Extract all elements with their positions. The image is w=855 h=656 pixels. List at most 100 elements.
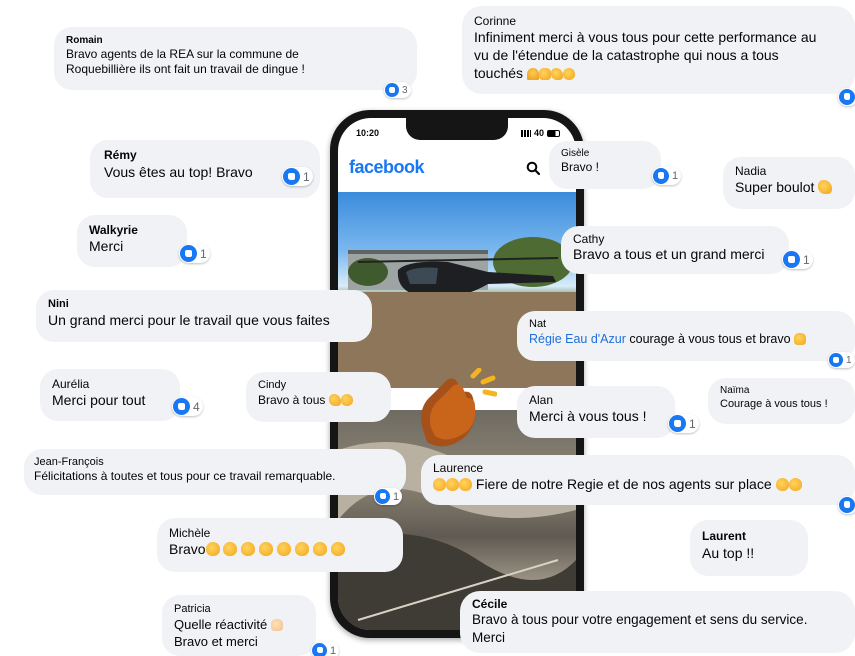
comment-text-line2: vu de l'étendue de la catastrophe qui no… <box>474 47 779 63</box>
like-count: 1 <box>803 252 810 267</box>
thumbs-up-icon <box>270 619 283 631</box>
search-icon[interactable] <box>526 161 540 175</box>
comment-bubble[interactable]: Alan Merci à vous tous ! <box>517 386 675 438</box>
thumbs-up-icon <box>794 333 807 345</box>
comment-bubble[interactable]: Aurélia Merci pour tout <box>40 369 180 421</box>
facebook-logo[interactable]: facebook <box>349 157 425 178</box>
comment-author[interactable]: Naïma <box>720 385 843 397</box>
status-indicators: 40 <box>520 128 560 138</box>
comment-text-line1: Bravo à tous pour votre engagement et se… <box>472 612 808 627</box>
comment-text-row: Bravo à tous <box>258 392 379 408</box>
comment-bubble[interactable]: Laurent Au top !! <box>690 520 808 576</box>
clap-icon <box>241 542 256 556</box>
comment-bubble[interactable]: Walkyrie Merci <box>77 215 187 267</box>
comment-bubble[interactable]: Nadia Super boulot <box>723 157 855 209</box>
like-count: 1 <box>672 170 679 182</box>
comment-bubble[interactable]: Michèle Bravo <box>157 518 403 572</box>
like-badge[interactable]: 1 <box>282 167 313 186</box>
clap-icon <box>330 542 345 556</box>
comment-text-line2: Merci <box>472 630 505 645</box>
comment-author[interactable]: Cécile <box>472 597 843 611</box>
clap-icon <box>223 542 238 556</box>
like-badge[interactable]: 1 <box>179 244 210 263</box>
like-badge[interactable] <box>838 88 855 106</box>
comment-author[interactable]: Nat <box>529 318 843 331</box>
comment-author[interactable]: Romain <box>66 35 405 47</box>
comment-text: Fiere de notre Regie et de nos agents su… <box>475 476 772 492</box>
comment-author[interactable]: Laurence <box>433 461 843 475</box>
comment-author[interactable]: Nadia <box>735 164 843 178</box>
comment-text: Bravo à tous <box>258 393 326 407</box>
comment-bubble[interactable]: Laurence Fiere de notre Regie et de nos … <box>421 455 855 505</box>
comment-author[interactable]: Walkyrie <box>89 223 175 237</box>
like-badge[interactable]: 3 <box>384 82 411 98</box>
comment-author[interactable]: Alan <box>529 393 663 407</box>
comment-author[interactable]: Michèle <box>169 526 391 540</box>
comment-text-line2: Bravo et merci <box>174 634 258 649</box>
comment-text-row: Quelle réactivité <box>174 616 304 633</box>
like-icon <box>783 251 800 268</box>
clap-icon <box>259 542 274 556</box>
comment-text: Bravo <box>169 541 206 557</box>
comment-author[interactable]: Cathy <box>573 232 777 246</box>
like-badge[interactable]: 1 <box>828 352 855 368</box>
comment-bubble[interactable]: Gisèle Bravo ! <box>549 141 661 189</box>
comment-text-line1: Bravo agents de la REA sur la commune de <box>66 47 299 61</box>
like-icon <box>173 398 190 415</box>
comment-text-row: Super boulot <box>735 178 843 196</box>
comment-text: Bravo a tous et un grand merci <box>573 246 765 262</box>
comment-text: Bravo ! <box>561 160 600 174</box>
comment-bubble[interactable]: Corinne Infiniment merci à vous tous pou… <box>462 6 855 94</box>
comment-bubble[interactable]: Cindy Bravo à tous <box>246 372 391 422</box>
like-icon <box>385 83 399 97</box>
like-icon <box>669 415 686 432</box>
comment-text: Merci <box>89 238 124 254</box>
comment-author[interactable]: Corinne <box>474 14 843 28</box>
comment-text-row: Bravo <box>169 540 391 558</box>
like-icon <box>283 168 300 185</box>
like-badge[interactable]: 1 <box>374 488 403 505</box>
like-icon <box>829 353 843 367</box>
like-badge[interactable]: 1 <box>782 250 813 269</box>
comment-text: Super boulot <box>735 179 815 195</box>
regie-eau-azur-link[interactable]: Régie Eau d'Azur <box>529 332 626 346</box>
like-icon <box>180 245 197 262</box>
comment-text: Un grand merci pour le travail que vous … <box>48 312 330 328</box>
comment-author[interactable]: Laurent <box>702 529 796 544</box>
comment-bubble[interactable]: Nini Un grand merci pour le travail que … <box>36 290 372 342</box>
comment-bubble[interactable]: Cathy Bravo a tous et un grand merci <box>561 226 789 274</box>
comment-author[interactable]: Jean-François <box>34 456 394 469</box>
clap-icon <box>277 542 292 556</box>
clap-icon <box>312 542 327 556</box>
comment-text: touchés <box>474 65 524 81</box>
facebook-header: facebook <box>338 150 576 188</box>
like-badge[interactable]: 4 <box>172 397 203 416</box>
comment-bubble[interactable]: Romain Bravo agents de la REA sur la com… <box>54 27 417 90</box>
comment-bubble[interactable]: Naïma Courage à vous tous ! <box>708 378 855 424</box>
clapping-hands-icon <box>421 368 497 447</box>
comment-author[interactable]: Patricia <box>174 603 304 616</box>
like-count: 1 <box>303 169 310 184</box>
clap-icon <box>295 542 310 556</box>
like-badge[interactable] <box>838 496 855 514</box>
comment-text: Merci pour tout <box>52 392 146 408</box>
comment-bubble[interactable]: Patricia Quelle réactivité Bravo et merc… <box>162 595 316 656</box>
comment-author[interactable]: Nini <box>48 298 360 311</box>
comment-author[interactable]: Gisèle <box>561 147 649 160</box>
signal-icon <box>520 129 531 137</box>
phone-notch <box>406 118 508 140</box>
like-badge[interactable]: 1 <box>311 642 340 656</box>
comment-bubble[interactable]: Cécile Bravo à tous pour votre engagemen… <box>460 591 855 653</box>
comment-author[interactable]: Aurélia <box>52 377 168 391</box>
like-badge[interactable]: 1 <box>652 167 682 185</box>
comment-bubble[interactable]: Jean-François Félicitations à toutes et … <box>24 449 406 495</box>
comment-author[interactable]: Cindy <box>258 379 379 392</box>
like-icon <box>839 497 855 513</box>
like-badge[interactable]: 1 <box>668 414 699 433</box>
like-count: 1 <box>330 644 337 656</box>
comment-author[interactable]: Rémy <box>104 148 308 163</box>
clap-icon <box>562 68 575 80</box>
comment-bubble[interactable]: Nat Régie Eau d'Azur courage à vous tous… <box>517 311 855 361</box>
clap-icon <box>433 478 446 491</box>
like-icon <box>839 89 855 105</box>
